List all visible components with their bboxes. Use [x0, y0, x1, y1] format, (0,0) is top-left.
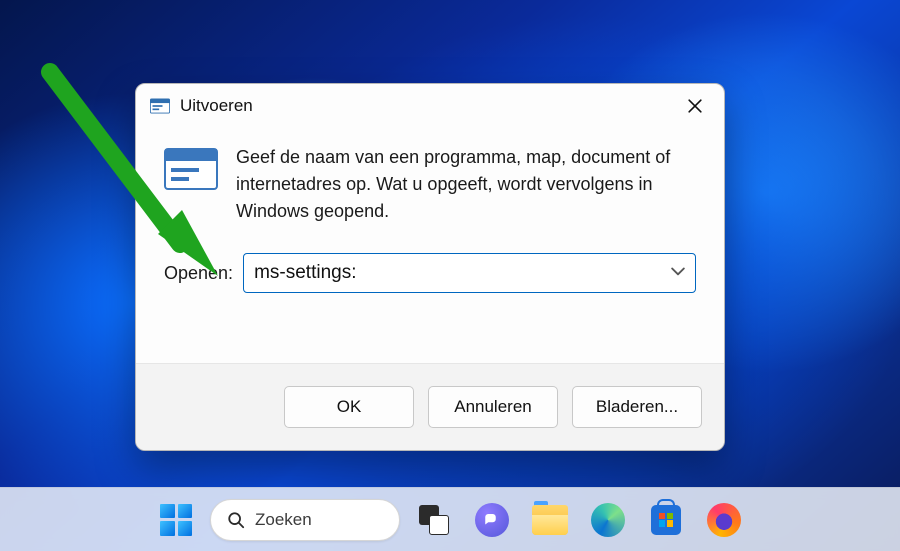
dialog-button-row: OK Annuleren Bladeren...: [136, 363, 724, 450]
close-button[interactable]: [672, 88, 718, 124]
task-view-icon: [419, 505, 449, 535]
task-view-button[interactable]: [410, 496, 458, 544]
browse-button[interactable]: Bladeren...: [572, 386, 702, 428]
dialog-body: Geef de naam van een programma, map, doc…: [136, 128, 724, 363]
folder-icon: [532, 505, 568, 535]
open-input[interactable]: [254, 262, 661, 284]
dialog-titlebar: Uitvoeren: [136, 84, 724, 128]
ok-button[interactable]: OK: [284, 386, 414, 428]
run-icon: [150, 98, 170, 114]
search-label: Zoeken: [255, 510, 312, 530]
windows-logo-icon: [160, 504, 192, 536]
edge-icon: [591, 503, 625, 537]
close-icon: [688, 99, 702, 113]
chat-icon: [475, 503, 509, 537]
firefox-button[interactable]: [700, 496, 748, 544]
open-label: Openen:: [164, 263, 233, 284]
taskbar: Zoeken: [0, 487, 900, 551]
taskbar-search[interactable]: Zoeken: [210, 496, 400, 544]
open-input-row: Openen:: [164, 253, 696, 293]
run-large-icon: [164, 148, 218, 190]
chevron-down-icon[interactable]: [671, 264, 685, 282]
dialog-title: Uitvoeren: [180, 96, 253, 116]
search-icon: [227, 511, 245, 529]
start-button[interactable]: [152, 496, 200, 544]
store-icon: [651, 505, 681, 535]
chat-button[interactable]: [468, 496, 516, 544]
microsoft-store-button[interactable]: [642, 496, 690, 544]
edge-button[interactable]: [584, 496, 632, 544]
file-explorer-button[interactable]: [526, 496, 574, 544]
firefox-icon: [707, 503, 741, 537]
open-combobox[interactable]: [243, 253, 696, 293]
dialog-description: Geef de naam van een programma, map, doc…: [236, 144, 696, 225]
cancel-button[interactable]: Annuleren: [428, 386, 558, 428]
run-dialog: Uitvoeren Geef de naam van een p: [135, 83, 725, 451]
desktop-wallpaper: Uitvoeren Geef de naam van een p: [0, 0, 900, 551]
